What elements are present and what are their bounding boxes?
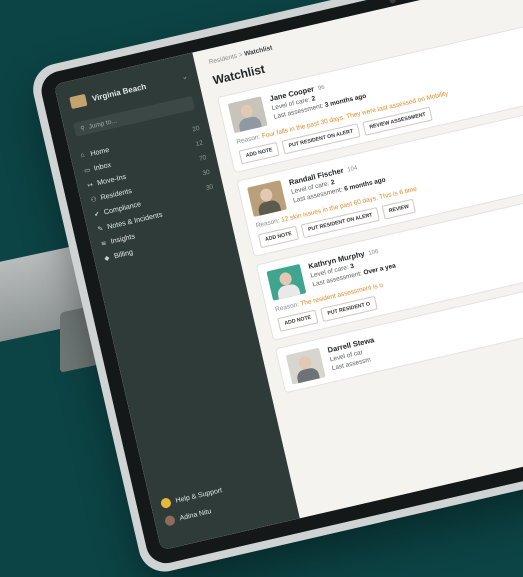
- app-screen: Virginia Beach ⌄ ⚲ Jump to... ⌂ Home 20 ▭ I…: [53, 0, 523, 551]
- user-name: Adina Nitu: [178, 507, 213, 522]
- tablet-bezel: Virginia Beach ⌄ ⚲ Jump to... ⌂ Home 20 ▭ I…: [37, 0, 523, 568]
- add-note-button[interactable]: ADD NOTE: [277, 309, 319, 332]
- org-logo-icon: [69, 93, 88, 110]
- sidebar-item-count: 70: [198, 154, 208, 163]
- help-icon: [159, 497, 172, 510]
- breadcrumb-separator: >: [238, 51, 244, 60]
- reason-label: Reason:: [255, 217, 281, 230]
- resident-photo: [266, 263, 307, 301]
- tablet-device: Virginia Beach ⌄ ⚲ Jump to... ⌂ Home 20 ▭ I…: [28, 0, 523, 577]
- chevron-down-icon: ⌄: [181, 73, 189, 82]
- sidebar-footer: Help & Support Adina Nitu: [159, 481, 228, 530]
- level-value: 3: [349, 262, 355, 271]
- room-number: 106: [367, 248, 380, 258]
- org-name: Virginia Beach: [91, 81, 148, 103]
- level-value: 2: [330, 178, 336, 187]
- add-note-button[interactable]: ADD NOTE: [257, 225, 300, 249]
- reason-label: Reason:: [274, 301, 300, 314]
- sidebar-item-count: 20: [191, 124, 201, 134]
- camera-icon: [389, 0, 397, 4]
- resident-photo: [285, 347, 326, 385]
- breadcrumb-parent[interactable]: Residents: [208, 53, 238, 66]
- room-number: 96: [317, 84, 326, 93]
- level-value: 2: [310, 95, 317, 103]
- sidebar-item-count: 30: [205, 183, 214, 192]
- sidebar-item-count: 30: [201, 168, 211, 178]
- search-placeholder: Jump to...: [87, 116, 118, 131]
- resident-photo: [247, 180, 287, 217]
- avatar: [164, 514, 177, 527]
- resident-photo: [227, 96, 268, 134]
- add-note-button[interactable]: ADD NOTE: [238, 141, 280, 165]
- sidebar-item-count: 12: [195, 139, 204, 149]
- breadcrumb-current: Watchlist: [243, 44, 274, 58]
- sidebar-nav: ⌂ Home 20 ▭ Inbox 12 ↦ Move-Ins 70 ⚇ Residents 3…: [69, 119, 234, 268]
- review-assessment-button[interactable]: REVIEW: [381, 198, 417, 220]
- room-number: 104: [347, 165, 359, 174]
- search-icon: ⚲: [79, 125, 86, 133]
- reason-label: Reason:: [235, 133, 262, 146]
